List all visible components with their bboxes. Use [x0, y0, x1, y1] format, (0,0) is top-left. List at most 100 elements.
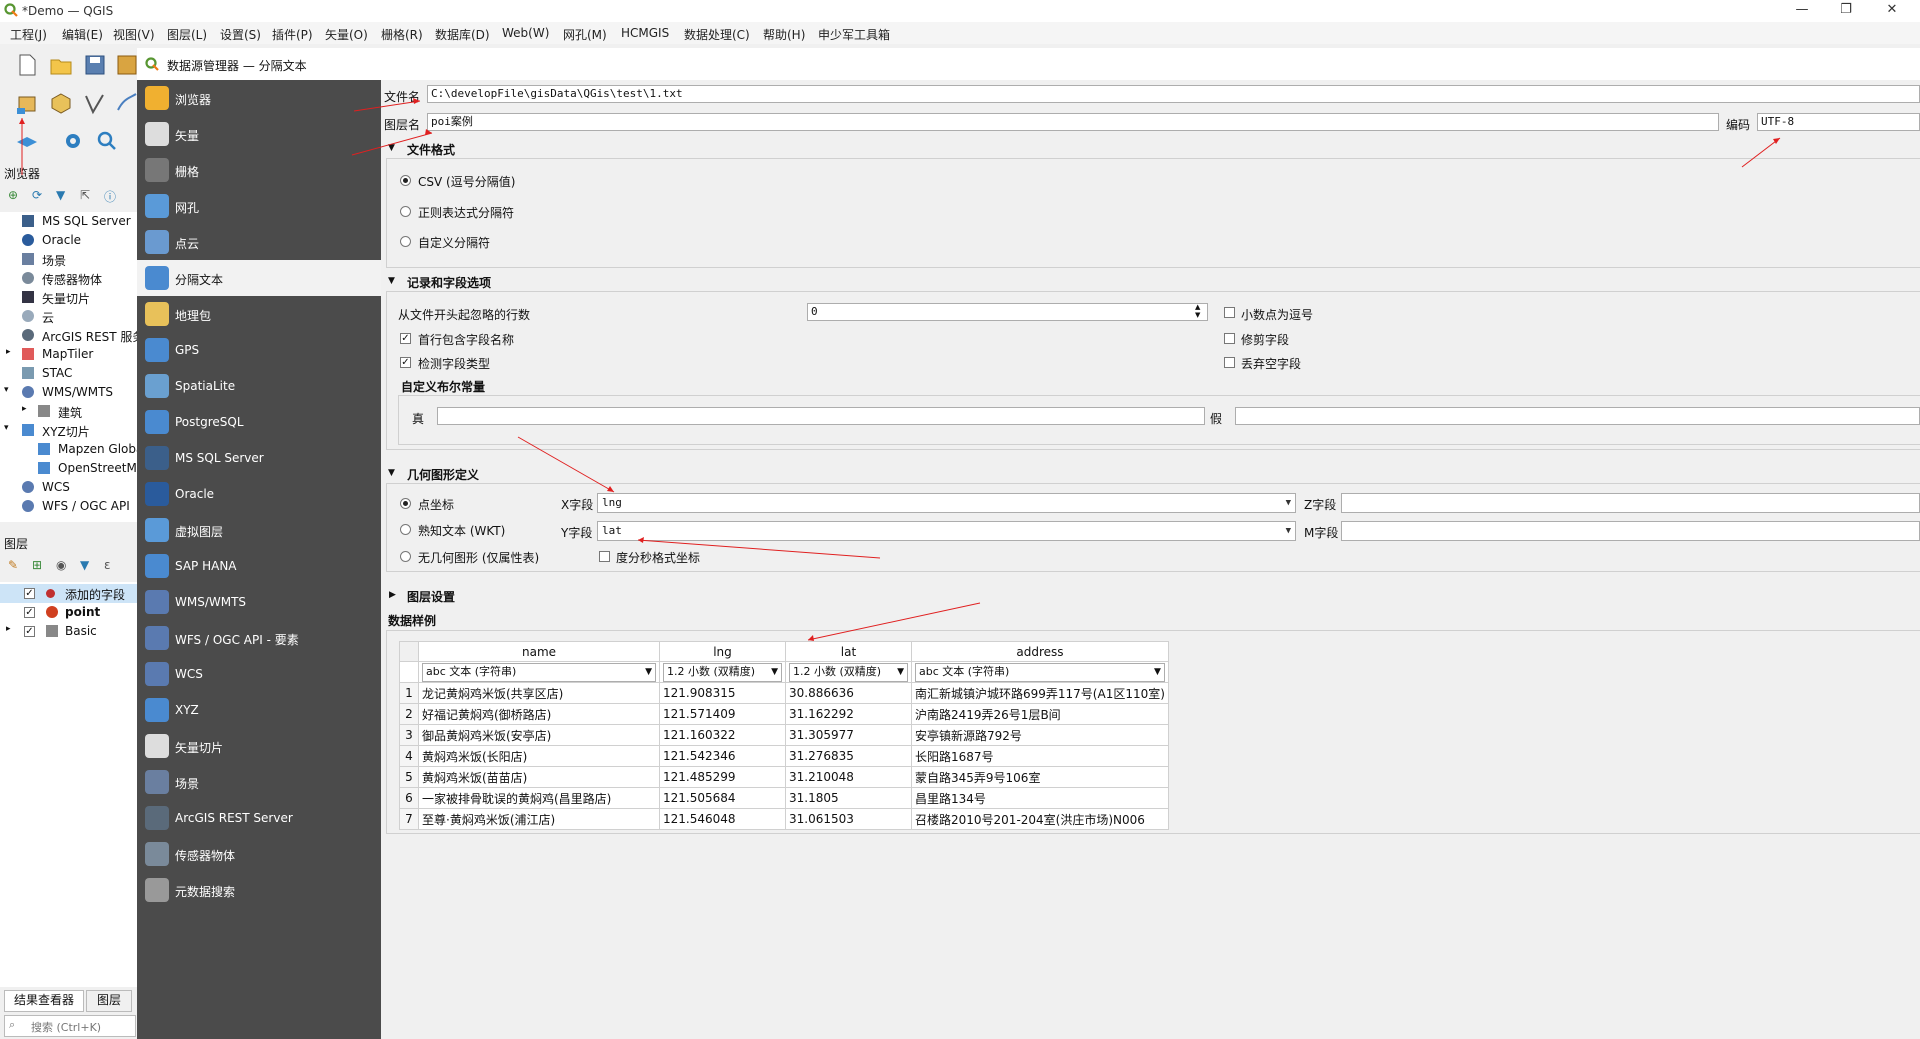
- format-custom-radio[interactable]: [400, 236, 411, 247]
- dsm-side-vector[interactable]: 矢量: [137, 116, 381, 152]
- filter-legend-icon[interactable]: ▼: [80, 558, 89, 572]
- first-header-checkbox[interactable]: ✓: [400, 333, 411, 344]
- dsm-side-xyz[interactable]: XYZ: [137, 692, 381, 728]
- menu-toolbox[interactable]: 申少军工具箱: [818, 26, 890, 43]
- table-row[interactable]: 6 一家被排骨耽误的黄焖鸡(昌里路店) 121.505684 31.1805 昌里路13…: [399, 787, 1169, 809]
- dsm-side-delimited-text[interactable]: 分隔文本: [137, 260, 381, 296]
- dsm-side-postgresql[interactable]: PostgreSQL: [137, 404, 381, 440]
- z-field-select[interactable]: [1341, 493, 1920, 513]
- search-bar[interactable]: ⌕ 搜索 (Ctrl+K): [4, 1015, 136, 1037]
- add-vector-icon[interactable]: [82, 90, 108, 116]
- dsm-side-metadata-search[interactable]: 元数据搜索: [137, 872, 381, 908]
- format-regex-radio[interactable]: [400, 206, 411, 217]
- collapse-icon[interactable]: ⇱: [80, 188, 90, 202]
- open-project-icon[interactable]: [48, 52, 74, 78]
- menu-layer[interactable]: 图层(L): [167, 26, 207, 43]
- filter-icon[interactable]: ▼: [56, 188, 65, 202]
- save-project-icon[interactable]: [82, 52, 108, 78]
- geom-wkt-radio[interactable]: [400, 524, 411, 535]
- table-row[interactable]: 3 御品黄焖鸡米饭(安亭店) 121.160322 31.305977 安亭镇新源路79…: [399, 724, 1169, 746]
- dsm-side-scene[interactable]: 场景: [137, 764, 381, 800]
- menu-database[interactable]: 数据库(D): [435, 26, 490, 43]
- menu-web[interactable]: Web(W): [502, 26, 549, 40]
- menu-vector[interactable]: 矢量(O): [325, 26, 368, 43]
- menu-help[interactable]: 帮助(H): [763, 26, 805, 43]
- layer-dropdown-icon[interactable]: [14, 128, 40, 154]
- visibility-icon[interactable]: ◉: [56, 558, 66, 572]
- trim-fields-checkbox[interactable]: [1224, 333, 1235, 344]
- column-header[interactable]: lng: [659, 641, 786, 662]
- menu-settings[interactable]: 设置(S): [220, 26, 261, 43]
- tab-results-viewer[interactable]: 结果查看器: [4, 990, 84, 1012]
- layer-settings-expand-icon[interactable]: ▶: [389, 590, 396, 600]
- layer-settings-title[interactable]: 图层设置: [407, 588, 455, 605]
- menu-mesh[interactable]: 网孔(M): [563, 26, 607, 43]
- gear-icon[interactable]: [60, 128, 86, 154]
- layer-item[interactable]: ✓ 添加的字段: [0, 584, 137, 603]
- menu-raster[interactable]: 栅格(R): [381, 26, 423, 43]
- bool-true-input[interactable]: [437, 407, 1205, 425]
- new-project-icon[interactable]: [14, 52, 40, 78]
- discard-empty-checkbox[interactable]: [1224, 357, 1235, 368]
- x-field-select[interactable]: lng ▼: [597, 493, 1296, 513]
- style-icon[interactable]: ✎: [8, 558, 18, 572]
- records-collapse-icon[interactable]: ▼: [388, 276, 395, 286]
- dsm-side-gps[interactable]: GPS: [137, 332, 381, 368]
- minimize-button[interactable]: —: [1782, 2, 1822, 20]
- column-header[interactable]: lat: [785, 641, 912, 662]
- table-row[interactable]: 5 黄焖鸡米饭(苗苗店) 121.485299 31.210048 蒙自路345弄9号1…: [399, 766, 1169, 788]
- info-icon[interactable]: ⓘ: [104, 188, 116, 205]
- type-select[interactable]: 1.2 小数 (双精度) ▼: [789, 662, 908, 682]
- layer-checkbox[interactable]: ✓: [24, 588, 35, 599]
- dsm-side-sensor[interactable]: 传感器物体: [137, 836, 381, 872]
- bool-false-input[interactable]: [1235, 407, 1920, 425]
- type-select[interactable]: abc 文本 (字符串) ▼: [422, 662, 656, 682]
- column-header[interactable]: name: [418, 641, 660, 662]
- detect-types-checkbox[interactable]: ✓: [400, 357, 411, 368]
- add-icon[interactable]: ⊕: [8, 188, 18, 202]
- dsm-side-browser[interactable]: 浏览器: [137, 80, 381, 116]
- dsm-side-wcs[interactable]: WCS: [137, 656, 381, 692]
- data-source-manager-icon[interactable]: [14, 90, 40, 116]
- dsm-side-raster[interactable]: 栅格: [137, 152, 381, 188]
- spin-arrows-icon[interactable]: ▲ ▼: [1195, 303, 1200, 319]
- layer-checkbox[interactable]: ✓: [24, 626, 35, 637]
- table-row[interactable]: 2 好福记黄焖鸡(御桥路店) 121.571409 31.162292 沪南路2419弄…: [399, 703, 1169, 725]
- dms-checkbox[interactable]: [599, 551, 610, 562]
- menu-processing[interactable]: 数据处理(C): [684, 26, 750, 43]
- maximize-button[interactable]: ❐: [1826, 2, 1866, 20]
- dsm-side-virtual-layer[interactable]: 虚拟图层: [137, 512, 381, 548]
- table-row[interactable]: 4 黄焖鸡米饭(长阳店) 121.542346 31.276835 长阳路1687号: [399, 745, 1169, 767]
- add-group-icon[interactable]: ⊞: [32, 558, 42, 572]
- menu-project[interactable]: 工程(J): [10, 26, 47, 43]
- tab-layers[interactable]: 图层: [86, 990, 132, 1012]
- type-select[interactable]: abc 文本 (字符串) ▼: [915, 662, 1165, 682]
- file-name-input[interactable]: C:\developFile\gisData\QGis\test\1.txt: [427, 85, 1920, 103]
- menu-plugins[interactable]: 插件(P): [272, 26, 313, 43]
- expression-filter-icon[interactable]: ε: [104, 558, 111, 572]
- dsm-side-mesh[interactable]: 网孔: [137, 188, 381, 224]
- m-field-select[interactable]: [1341, 521, 1920, 541]
- geom-none-radio[interactable]: [400, 551, 411, 562]
- dsm-side-arcgis-rest[interactable]: ArcGIS REST Server: [137, 800, 381, 836]
- geom-point-radio[interactable]: [400, 498, 411, 509]
- dsm-side-spatialite[interactable]: SpatiaLite: [137, 368, 381, 404]
- layer-checkbox[interactable]: ✓: [24, 607, 35, 618]
- table-row[interactable]: 7 至尊·黄焖鸡米饭(浦江店) 121.546048 31.061503 召楼路2010…: [399, 808, 1169, 830]
- table-row[interactable]: 1 龙记黄焖鸡米饭(共享区店) 121.908315 30.886636 南汇新城镇沪城…: [399, 682, 1169, 704]
- dsm-side-pointcloud[interactable]: 点云: [137, 224, 381, 260]
- type-select[interactable]: 1.2 小数 (双精度) ▼: [663, 662, 782, 682]
- close-button[interactable]: ✕: [1872, 2, 1912, 20]
- dsm-side-geopackage[interactable]: 地理包: [137, 296, 381, 332]
- geometry-collapse-icon[interactable]: ▼: [388, 468, 395, 478]
- dsm-side-sap-hana[interactable]: SAP HANA: [137, 548, 381, 584]
- layer-name-input[interactable]: poi案例: [427, 113, 1719, 131]
- menu-hcmgis[interactable]: HCMGIS: [621, 26, 669, 40]
- encoding-select[interactable]: UTF-8: [1757, 113, 1920, 131]
- dsm-side-vector-tile[interactable]: 矢量切片: [137, 728, 381, 764]
- decimal-comma-checkbox[interactable]: [1224, 307, 1235, 318]
- search-icon[interactable]: [94, 128, 120, 154]
- y-field-select[interactable]: lat ▼: [597, 521, 1296, 541]
- dsm-side-oracle[interactable]: Oracle: [137, 476, 381, 512]
- menu-edit[interactable]: 编辑(E): [62, 26, 103, 43]
